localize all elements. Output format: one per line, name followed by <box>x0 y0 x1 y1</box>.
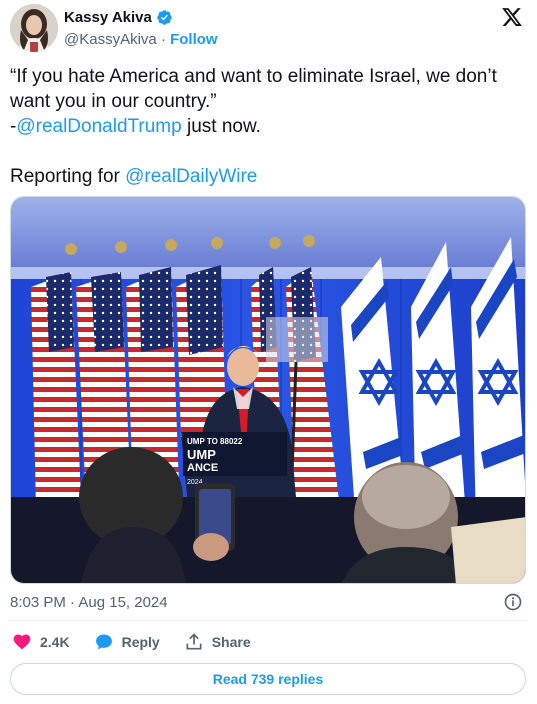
share-icon <box>186 633 202 650</box>
reply-button[interactable]: Reply <box>94 632 160 652</box>
share-button[interactable]: Share <box>184 632 251 652</box>
author-handle[interactable]: @KassyAkiva <box>64 31 157 48</box>
info-icon[interactable] <box>503 592 523 612</box>
tweet-reporting: Reporting for @realDailyWire <box>10 164 530 189</box>
reporting-prefix: Reporting for <box>10 166 126 187</box>
tweet-timestamp[interactable]: 8:03 PM · Aug 15, 2024 <box>10 594 168 611</box>
like-count: 2.4K <box>40 634 70 650</box>
share-label: Share <box>211 634 251 650</box>
tweet-text: “If you hate America and want to elimina… <box>10 64 530 189</box>
avatar[interactable] <box>10 4 58 52</box>
tweet-attribution: -@realDonaldTrump just now. <box>10 114 530 139</box>
mention-realdonaldtrump[interactable]: @realDonaldTrump <box>16 116 181 137</box>
x-logo-icon[interactable] <box>501 6 523 28</box>
reply-bubble-icon <box>95 634 112 650</box>
podium-line-2: UMP <box>187 447 216 462</box>
read-replies-button[interactable]: Read 739 replies <box>10 663 526 695</box>
reply-label: Reply <box>121 634 160 650</box>
tweet-quote: “If you hate America and want to elimina… <box>10 66 497 112</box>
action-bar: 2.4K Reply Share <box>12 632 251 652</box>
follow-link[interactable]: Follow <box>170 31 218 48</box>
tweet-card: Kassy Akiva @KassyAkiva · Follow “If you… <box>0 0 537 704</box>
separator-dot: · <box>160 31 166 48</box>
heart-icon <box>13 634 31 650</box>
podium-line-3: ANCE <box>187 462 218 474</box>
like-button[interactable]: 2.4K <box>12 632 70 652</box>
author-name-row: Kassy Akiva <box>64 9 173 26</box>
tweet-photo[interactable]: UMP TO 88022 UMP ANCE 2024 <box>10 196 526 584</box>
verified-badge-icon <box>157 10 172 25</box>
author-name[interactable]: Kassy Akiva <box>64 9 152 26</box>
divider <box>10 620 527 621</box>
author-handle-row: @KassyAkiva · Follow <box>64 31 218 48</box>
attribution-suffix: just now. <box>181 116 261 137</box>
mention-realdailywire[interactable]: @realDailyWire <box>125 166 257 187</box>
podium-line-1: UMP TO 88022 <box>187 437 243 446</box>
